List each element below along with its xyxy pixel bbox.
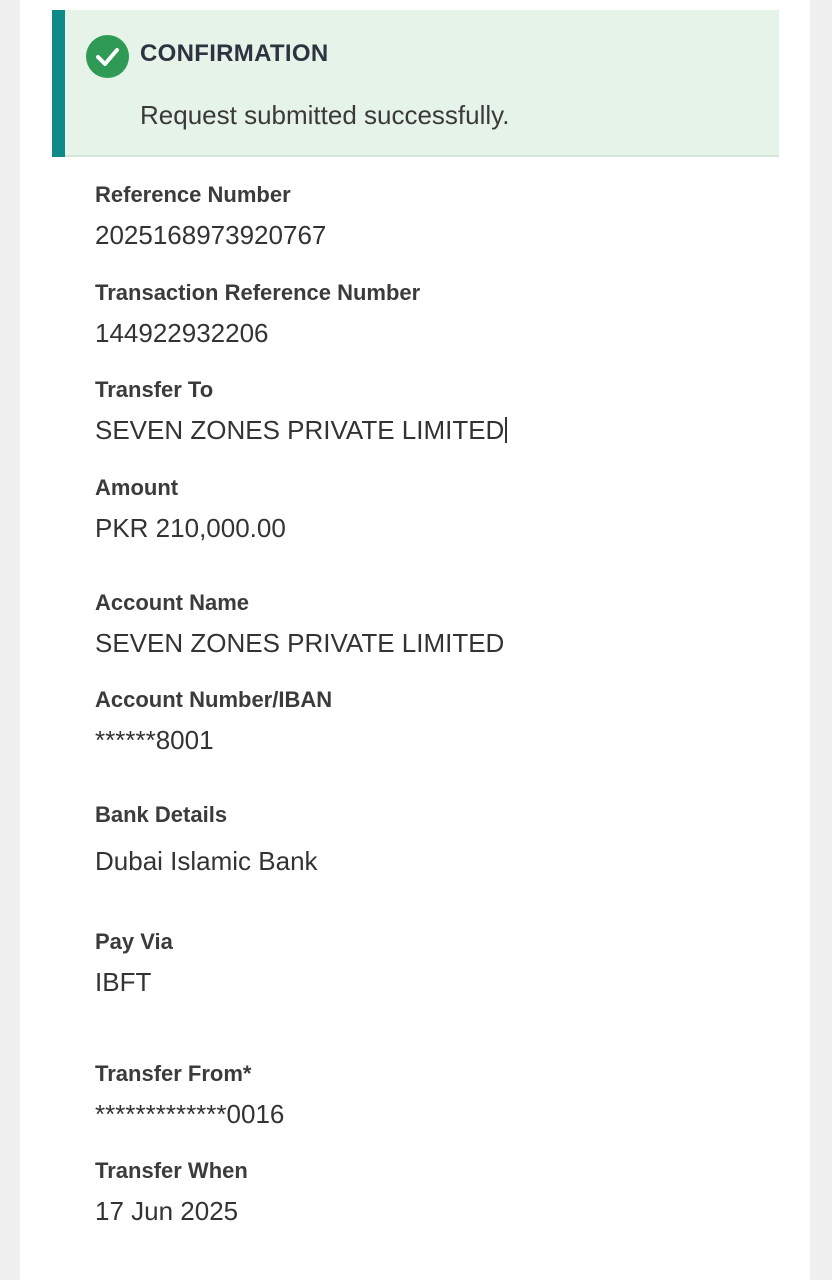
account-number-value: ******8001 [95, 725, 214, 755]
account-name-value: SEVEN ZONES PRIVATE LIMITED [95, 628, 505, 658]
transaction-reference-number-label: Transaction Reference Number [95, 280, 421, 305]
amount-label: Amount [95, 475, 179, 500]
transfer-when-label: Transfer When [95, 1158, 248, 1183]
transfer-when-value: 17 Jun 2025 [95, 1196, 239, 1226]
transfer-to-label: Transfer To [95, 377, 214, 402]
transfer-to-value: SEVEN ZONES PRIVATE LIMITED [95, 415, 505, 445]
pay-via-value: IBFT [95, 967, 152, 997]
transaction-reference-number-value: 144922932206 [95, 318, 269, 348]
account-name-label: Account Name [95, 590, 250, 615]
check-circle-icon [86, 35, 129, 78]
transfer-from-value: *************0016 [95, 1099, 285, 1129]
confirmation-message: Request submitted successfully. [140, 100, 510, 130]
pay-via-label: Pay Via [95, 929, 173, 954]
transfer-to-field[interactable]: SEVEN ZONES PRIVATE LIMITED [95, 415, 508, 446]
transfer-from-label: Transfer From* [95, 1061, 252, 1086]
bank-details-label: Bank Details [95, 802, 228, 827]
account-number-label: Account Number/IBAN [95, 687, 333, 712]
text-cursor [505, 417, 508, 443]
banner-accent-bar [52, 10, 65, 157]
confirmation-banner: CONFIRMATION Request submitted successfu… [52, 10, 779, 157]
reference-number-value: 2025168973920767 [95, 220, 327, 250]
bank-details-value: Dubai Islamic Bank [95, 846, 318, 876]
confirmation-title: CONFIRMATION [140, 40, 329, 67]
receipt-page: CONFIRMATION Request submitted successfu… [20, 0, 810, 1280]
amount-value: PKR 210,000.00 [95, 513, 286, 543]
reference-number-label: Reference Number [95, 182, 291, 207]
